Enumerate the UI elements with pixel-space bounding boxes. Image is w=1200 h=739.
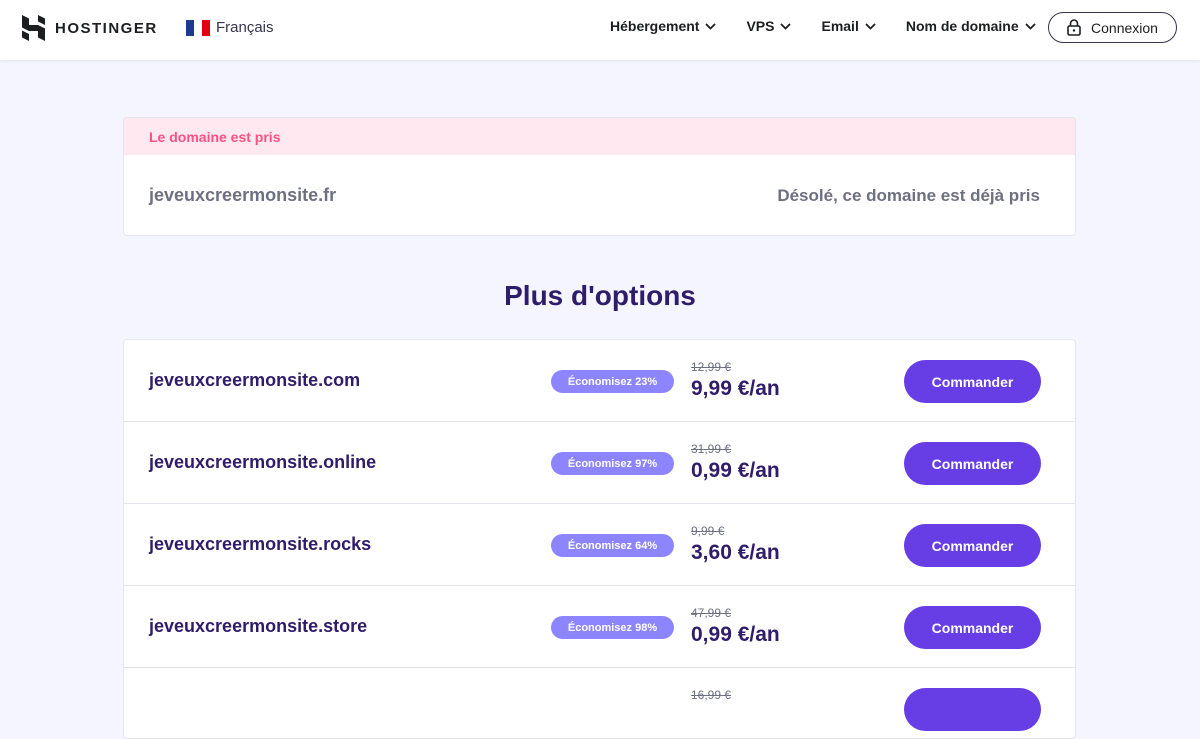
list-item: jeveuxcreermonsite.store Économisez 98% …: [124, 586, 1075, 668]
order-button[interactable]: Commander: [904, 524, 1041, 567]
old-price: 47,99 €: [691, 606, 732, 620]
nav-label: Nom de domaine: [905, 18, 1019, 34]
hostinger-logo-icon: [22, 15, 45, 41]
nav-label: Email: [821, 18, 859, 34]
nav-label: VPS: [746, 18, 775, 34]
old-price: 31,99 €: [691, 442, 732, 456]
option-domain-name: jeveuxcreermonsite.rocks: [149, 534, 372, 554]
domain-options-list: jeveuxcreermonsite.com Économisez 23% 12…: [123, 339, 1076, 739]
list-item: jeveuxcreermonsite.online Économisez 97%…: [124, 422, 1075, 504]
nav-vps[interactable]: VPS: [746, 18, 792, 34]
france-flag-icon: [186, 19, 210, 36]
more-options-title: Plus d'options: [504, 280, 696, 311]
order-button[interactable]: Commander: [904, 360, 1041, 403]
option-domain-name: jeveuxcreermonsite.store: [149, 616, 368, 636]
current-price: 0,99 €/an: [691, 623, 780, 646]
domain-taken-card: Le domaine est pris jeveuxcreermonsite.f…: [123, 117, 1076, 236]
option-domain-name: jeveuxcreermonsite.com: [149, 370, 361, 390]
old-price: 9,99 €: [691, 524, 725, 538]
chevron-down-icon: [780, 22, 792, 30]
savings-badge: Économisez 97%: [551, 452, 674, 475]
nav-hebergement[interactable]: Hébergement: [610, 18, 717, 34]
current-price: 3,60 €/an: [691, 541, 780, 564]
main-nav: Hébergement VPS Email Nom de domaine: [610, 18, 1066, 34]
savings-badge: Économisez 98%: [551, 616, 674, 639]
login-button[interactable]: Connexion: [1048, 12, 1177, 43]
hostinger-logo[interactable]: HOSTINGER: [22, 15, 158, 41]
language-label: Français: [216, 19, 274, 36]
chevron-down-icon: [705, 22, 717, 30]
order-button[interactable]: Commander: [904, 606, 1041, 649]
current-price: 9,99 €/an: [691, 377, 780, 400]
current-price: 0,99 €/an: [691, 459, 780, 482]
nav-email[interactable]: Email: [821, 18, 876, 34]
language-selector[interactable]: Français: [186, 19, 274, 36]
nav-nom-de-domaine[interactable]: Nom de domaine: [906, 18, 1036, 34]
domain-taken-title: Le domaine est pris: [149, 128, 281, 145]
old-price: 12,99 €: [691, 360, 732, 374]
taken-domain-message: Désolé, ce domaine est déjà pris: [777, 185, 1040, 205]
savings-badge: Économisez 23%: [551, 370, 674, 393]
top-header: HOSTINGER Français Hébergement VPS Email…: [0, 0, 1200, 60]
brand-name: HOSTINGER: [55, 19, 158, 37]
domain-taken-header: Le domaine est pris: [124, 118, 1075, 155]
list-item: jeveuxcreermonsite.rocks Économisez 64% …: [124, 504, 1075, 586]
nav-label: Hébergement: [610, 18, 700, 34]
savings-badge: Économisez 64%: [551, 534, 674, 557]
domain-taken-body: jeveuxcreermonsite.fr Désolé, ce domaine…: [124, 155, 1075, 235]
chevron-down-icon: [1025, 22, 1036, 30]
taken-domain-name: jeveuxcreermonsite.fr: [149, 185, 337, 205]
list-item: jeveuxcreermonsite.com Économisez 23% 12…: [124, 340, 1075, 422]
chevron-down-icon: [865, 22, 876, 30]
order-button[interactable]: Commander: [904, 442, 1041, 485]
order-button[interactable]: [904, 688, 1041, 731]
login-label: Connexion: [1091, 19, 1158, 36]
lock-icon: [1067, 19, 1081, 36]
old-price: 16,99 €: [691, 688, 732, 702]
list-item: 16,99 €: [124, 668, 1075, 738]
option-domain-name: jeveuxcreermonsite.online: [149, 452, 377, 472]
